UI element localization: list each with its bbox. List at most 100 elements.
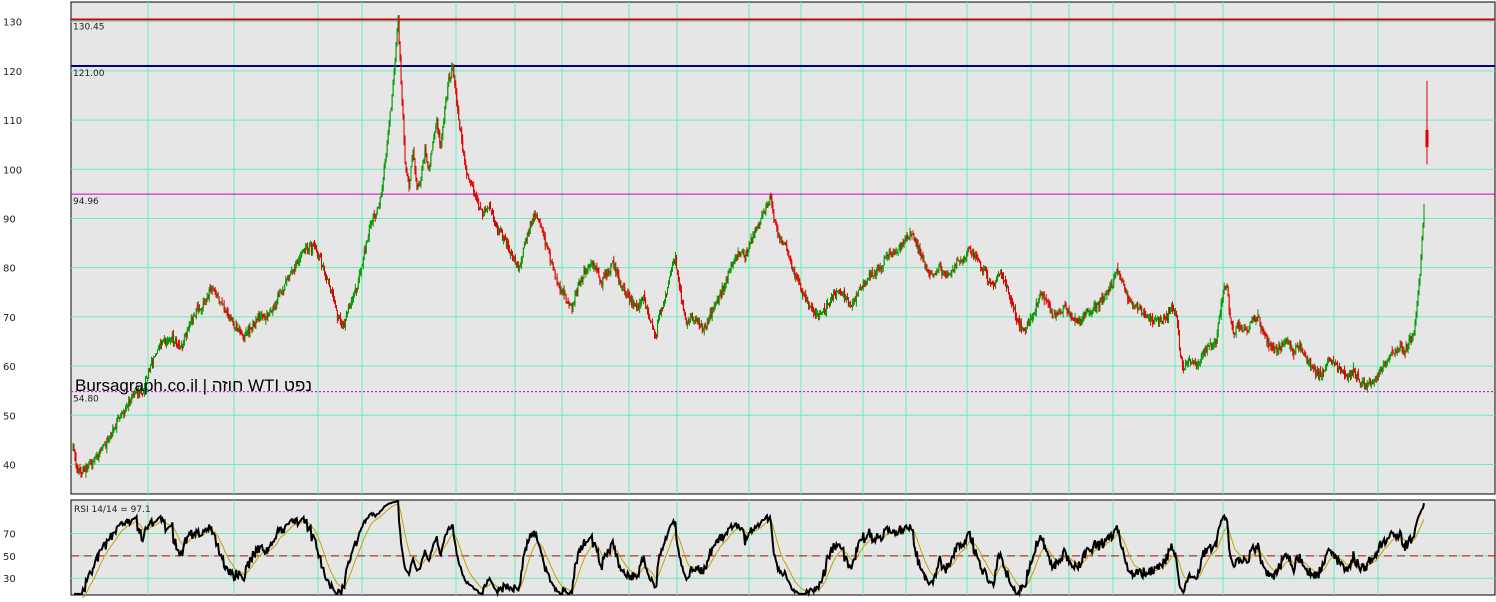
candle-body (260, 314, 262, 317)
candle-body (1337, 364, 1339, 370)
candle-body (799, 279, 801, 285)
candle-body (1335, 363, 1337, 366)
candle-body (694, 320, 696, 322)
candle-body (703, 325, 705, 333)
candle-body (83, 467, 85, 471)
candle-body (319, 257, 321, 259)
candle-body (273, 308, 275, 310)
level-label: 54.80 (73, 395, 99, 405)
candle-body (592, 261, 594, 269)
candle-body (1118, 271, 1120, 273)
candle-body (429, 165, 431, 169)
candle-body (1269, 344, 1271, 346)
candle-body (778, 234, 780, 237)
candle-body (318, 255, 320, 259)
candle-body (1065, 306, 1067, 309)
candle-body (1104, 294, 1106, 301)
candle-body (1097, 302, 1099, 305)
candle-body (536, 215, 538, 219)
candle-body (1298, 347, 1300, 349)
candle-body (1333, 360, 1335, 362)
candle-body (1153, 321, 1155, 323)
candle-body (344, 319, 346, 327)
candle-body (299, 258, 301, 263)
candle-body (853, 301, 855, 303)
candle-body (557, 282, 559, 285)
candle-body (565, 294, 567, 301)
candle-body (1264, 333, 1266, 335)
candle-body (1328, 359, 1330, 361)
candle-body (1367, 382, 1369, 385)
candle-body (572, 304, 574, 310)
candle-body (77, 469, 79, 471)
candle-body (795, 275, 797, 278)
candle-body (841, 292, 843, 294)
candle-body (1212, 343, 1214, 346)
candle-body (620, 280, 622, 287)
candle-body (956, 261, 958, 269)
candle-body (1074, 317, 1076, 322)
candle-body (1233, 333, 1235, 335)
candle-body (1409, 336, 1411, 340)
candle-body (106, 439, 108, 449)
candle-body (608, 269, 610, 273)
candle-body (753, 235, 755, 237)
candle-body (178, 344, 180, 349)
candle-body (922, 255, 924, 259)
candle-body (876, 266, 878, 273)
candle-body (406, 169, 408, 176)
candle-body (230, 316, 232, 320)
candle-body (1089, 311, 1091, 313)
candle-body (446, 99, 448, 101)
candle-body (324, 265, 326, 273)
candle-body (1293, 351, 1295, 356)
candle-body (497, 229, 499, 233)
candle-body (681, 300, 683, 302)
candle-body (688, 321, 690, 323)
candle-body (756, 227, 758, 230)
candle-body (979, 259, 981, 262)
candle-body (553, 267, 555, 270)
candle-body (889, 251, 891, 255)
candle-body (886, 254, 888, 256)
candle-body (1363, 381, 1365, 388)
candle-body (1263, 331, 1265, 334)
candle-body (1030, 319, 1032, 321)
candle-body (1344, 374, 1346, 376)
candle-body (1136, 304, 1138, 308)
candle-body (1173, 311, 1175, 314)
candle-body (414, 158, 416, 172)
candle-body (375, 213, 377, 218)
candle-body (1314, 367, 1316, 369)
candle-body (731, 264, 733, 267)
candle-body (156, 353, 158, 355)
candle-body (340, 322, 342, 327)
candle-body (941, 268, 943, 274)
candle-body (179, 347, 181, 350)
candle-body (884, 256, 886, 258)
candle-body (1404, 350, 1406, 354)
candle-body (1133, 306, 1135, 308)
candle-body (331, 290, 333, 295)
candle-body (411, 158, 413, 166)
candle-body (383, 167, 385, 181)
candle-body (1068, 309, 1070, 316)
candle-body (1096, 304, 1098, 310)
candle-body (1187, 359, 1189, 363)
candle-body (1295, 346, 1297, 354)
candle-body (1360, 382, 1362, 386)
candle-body (723, 286, 725, 291)
candle-body (259, 315, 261, 320)
candle-body (1087, 308, 1089, 311)
candle-body (769, 196, 771, 201)
candle-body (418, 185, 420, 187)
candle-body (1226, 286, 1228, 288)
candle-body (1353, 368, 1355, 373)
candle-body (431, 150, 433, 154)
candle-body (571, 303, 573, 311)
candle-body (1357, 373, 1359, 379)
candle-body (714, 306, 716, 308)
candle-body (717, 298, 719, 303)
candle-body (1003, 280, 1005, 282)
candle-body (810, 305, 812, 308)
